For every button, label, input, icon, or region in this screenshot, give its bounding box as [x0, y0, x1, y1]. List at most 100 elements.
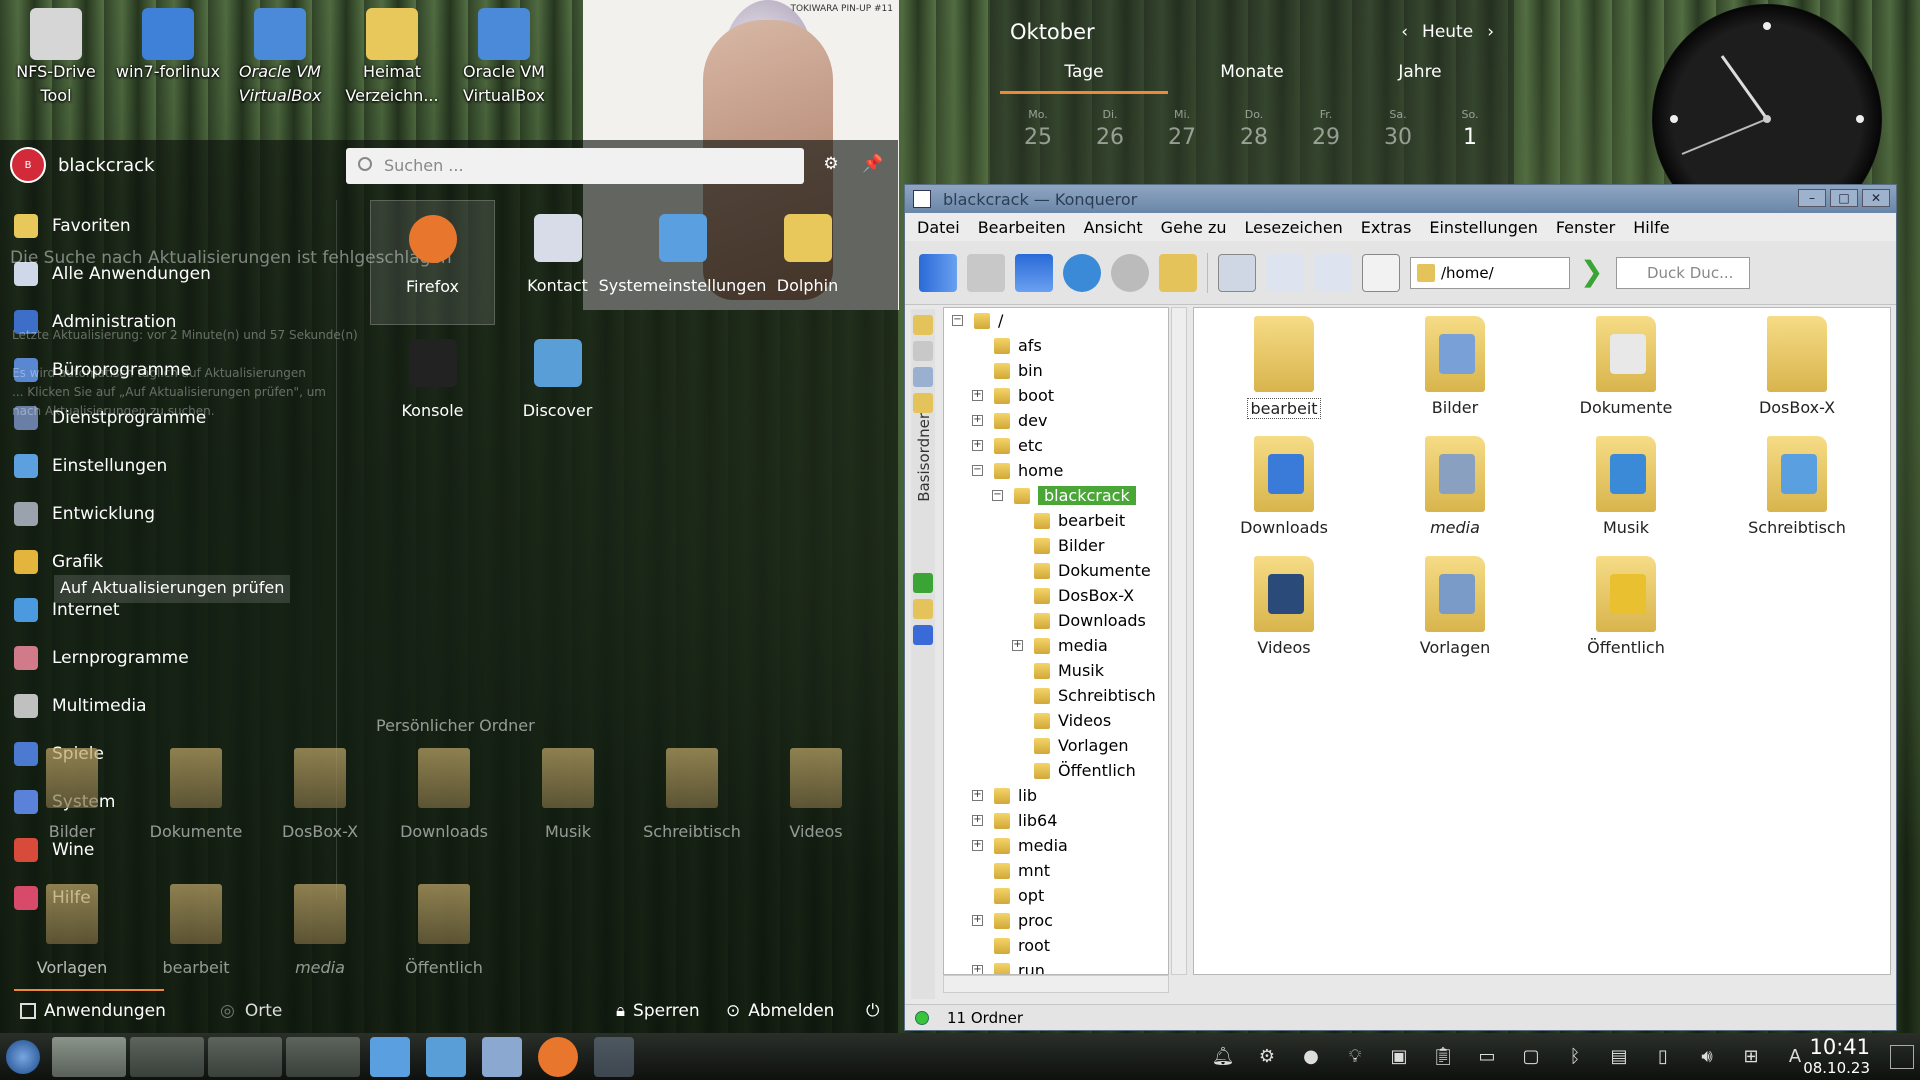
places-icon[interactable]	[913, 367, 933, 387]
tree-node[interactable]: bearbeit	[944, 508, 1168, 533]
tree-node[interactable]: Bilder	[944, 533, 1168, 558]
desktop-icon[interactable]: Oracle VM VirtualBox	[448, 0, 560, 118]
expand-icon[interactable]: +	[972, 915, 983, 926]
calendar-day[interactable]: 30	[1362, 125, 1434, 150]
chevron-right-icon[interactable]: ›	[1487, 22, 1494, 42]
home-folder-item[interactable]: Schreibtisch	[630, 740, 754, 876]
home-folder-item[interactable]: Videos	[754, 740, 878, 876]
menu-item[interactable]: Einstellungen	[1429, 218, 1537, 237]
avatar[interactable]: B	[10, 147, 46, 183]
firefox-task-icon[interactable]	[538, 1036, 578, 1077]
menu-item[interactable]: Bearbeiten	[978, 218, 1066, 237]
go-arrow-icon[interactable]: ❯	[1580, 257, 1606, 288]
location-input[interactable]: /home/	[1410, 256, 1570, 289]
display-icon[interactable]: ▢	[1516, 1041, 1546, 1071]
expand-icon[interactable]: +	[1012, 640, 1023, 651]
tree-node[interactable]: − home	[944, 458, 1168, 483]
menu-item[interactable]: Hilfe	[1633, 218, 1669, 237]
tree-node[interactable]: + media	[944, 833, 1168, 858]
updates-icon[interactable]: ⚙	[1252, 1041, 1282, 1071]
tab-tage[interactable]: Tage	[1000, 58, 1168, 94]
expand-icon[interactable]: +	[972, 815, 983, 826]
split-view-icon[interactable]	[1362, 253, 1400, 292]
calendar-day[interactable]: 27	[1146, 125, 1218, 150]
virtual-desktop-1[interactable]	[52, 1036, 126, 1077]
tree-node[interactable]: bin	[944, 358, 1168, 383]
home-folder-item[interactable]: Dokumente	[134, 740, 258, 876]
usb-icon[interactable]: ▤	[1604, 1041, 1634, 1071]
expand-icon[interactable]: +	[972, 390, 983, 401]
folder-item[interactable]: Downloads	[1214, 436, 1354, 556]
battery-icon[interactable]: ▭	[1472, 1041, 1502, 1071]
close-button[interactable]: ✕	[1862, 189, 1890, 207]
folder-item[interactable]: Schreibtisch	[1727, 436, 1867, 556]
calendar-day[interactable]: 1	[1434, 125, 1506, 150]
pin-icon[interactable]: 📌	[862, 154, 884, 176]
configure-icon[interactable]: ⚙	[820, 154, 842, 176]
home-folder-icon[interactable]	[1159, 253, 1197, 292]
start-menu-icon[interactable]	[6, 1039, 40, 1074]
clipboard-icon[interactable]: 📋︎	[1428, 1041, 1458, 1071]
virtual-desktop-2[interactable]	[130, 1036, 204, 1077]
folder-item[interactable]: Öffentlich	[1556, 556, 1696, 676]
tree-node[interactable]: DosBox-X	[944, 583, 1168, 608]
calendar-day[interactable]: 26	[1074, 125, 1146, 150]
virtual-desktop-4[interactable]	[286, 1036, 360, 1077]
history-icon[interactable]	[913, 341, 933, 361]
lightbulb-icon[interactable]: 💡︎	[1340, 1041, 1370, 1071]
tree-node[interactable]: + run	[944, 958, 1168, 974]
menu-item[interactable]: Ansicht	[1084, 218, 1143, 237]
window-titlebar[interactable]: blackcrack — Konqueror – □ ✕	[905, 185, 1896, 213]
folder-item[interactable]: Musik	[1556, 436, 1696, 556]
bookmarks-icon[interactable]	[913, 315, 933, 335]
discover-task-icon[interactable]	[426, 1036, 466, 1077]
folder-item[interactable]: media	[1385, 436, 1525, 556]
tree-scrollbar[interactable]	[1171, 307, 1187, 975]
up-arrow-icon[interactable]	[1015, 253, 1053, 292]
reload-icon[interactable]	[1063, 253, 1101, 292]
icon-view-icon[interactable]	[1218, 253, 1256, 292]
home-folder-item[interactable]: Bilder	[10, 740, 134, 876]
folder-item[interactable]: Dokumente	[1556, 316, 1696, 436]
calendar-day[interactable]: 28	[1218, 125, 1290, 150]
tree-node[interactable]: opt	[944, 883, 1168, 908]
favorite-app[interactable]: Dolphin	[745, 200, 870, 325]
tree-node[interactable]: + etc	[944, 433, 1168, 458]
tree-node[interactable]: mnt	[944, 858, 1168, 883]
menu-item[interactable]: Gehe zu	[1161, 218, 1227, 237]
category-item[interactable]: Entwicklung	[0, 490, 336, 538]
folder-item[interactable]: Vorlagen	[1385, 556, 1525, 676]
tree-node[interactable]: afs	[944, 333, 1168, 358]
menu-item[interactable]: Extras	[1361, 218, 1412, 237]
calendar-today-button[interactable]: Heute	[1422, 22, 1473, 42]
tree-view-icon[interactable]	[1314, 253, 1352, 292]
device-icon[interactable]: ▣	[1384, 1041, 1414, 1071]
back-arrow-icon[interactable]	[919, 253, 957, 292]
calendar-day[interactable]: 29	[1290, 125, 1362, 150]
bluetooth-icon[interactable]: ᛒ	[1560, 1041, 1590, 1071]
tree-icon[interactable]	[913, 573, 933, 593]
expand-icon[interactable]: +	[972, 415, 983, 426]
tree-node[interactable]: + lib64	[944, 808, 1168, 833]
phone-icon[interactable]: ▯	[1648, 1041, 1678, 1071]
system-settings-task-icon[interactable]	[370, 1036, 410, 1077]
web-search-input[interactable]: Duck Duc...	[1616, 256, 1750, 289]
desktop-icon[interactable]: win7-forlinux	[112, 0, 224, 118]
network-icon[interactable]: ⊞	[1736, 1041, 1766, 1071]
tree-horizontal-scrollbar[interactable]	[943, 975, 1169, 993]
search-input[interactable]: Suchen ...	[346, 148, 804, 184]
desktop-icon[interactable]: NFS-Drive Tool	[0, 0, 112, 118]
collapse-icon[interactable]: −	[992, 490, 1003, 501]
tree-node[interactable]: + lib	[944, 783, 1168, 808]
menu-item[interactable]: Datei	[917, 218, 960, 237]
forward-arrow-icon[interactable]	[967, 253, 1005, 292]
stop-icon[interactable]	[1111, 253, 1149, 292]
dolphin-task-icon[interactable]	[482, 1036, 522, 1077]
tab-monate[interactable]: Monate	[1168, 58, 1336, 94]
chevron-left-icon[interactable]: ‹	[1401, 22, 1408, 42]
firefox-tray-icon[interactable]: ●	[1296, 1041, 1326, 1071]
detail-view-icon[interactable]	[1266, 253, 1304, 292]
category-item[interactable]: Einstellungen	[0, 442, 336, 490]
desktop-icon[interactable]: Oracle VM VirtualBox	[224, 0, 336, 118]
tree-node[interactable]: − blackcrack	[944, 483, 1168, 508]
